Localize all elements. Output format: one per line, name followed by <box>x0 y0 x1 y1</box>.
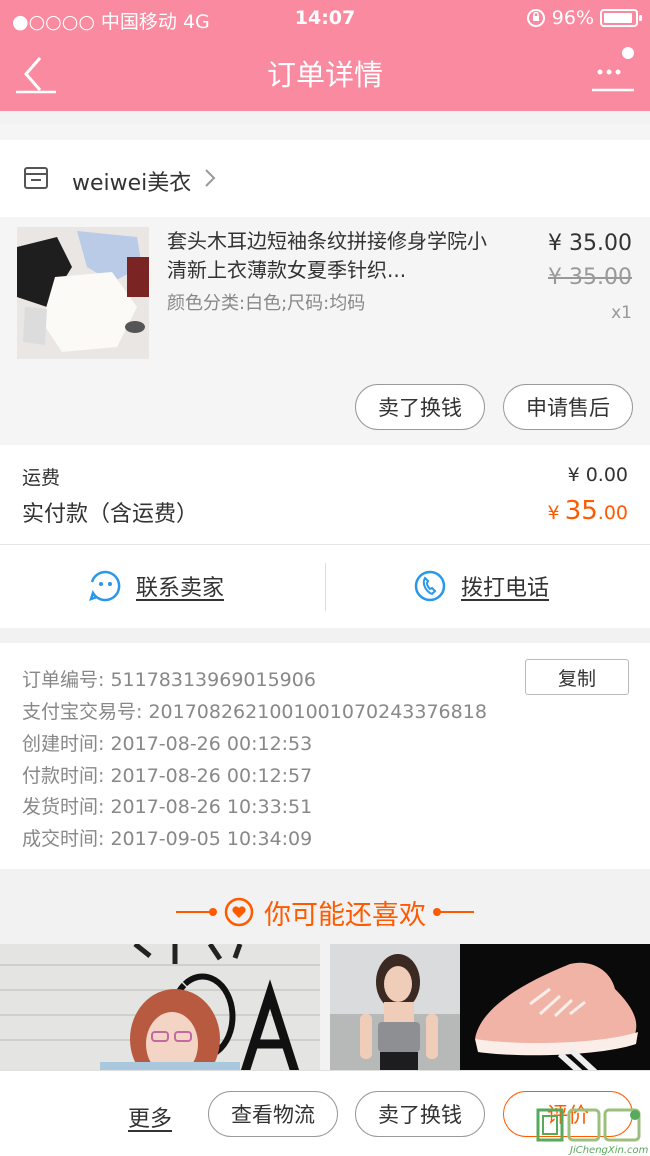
paid-time: 付款时间: 2017-08-26 00:12:57 <box>22 765 313 787</box>
copy-button[interactable]: 复制 <box>525 659 629 695</box>
page-title: 订单详情 <box>266 58 383 92</box>
recommend-item[interactable] <box>460 944 650 1072</box>
paid-decimal: .00 <box>597 502 628 524</box>
payment-summary: 运费 ¥ 0.00 实付款（含运费） ¥ 35.00 <box>0 445 650 545</box>
shipping-value: ¥ 0.00 <box>567 464 628 486</box>
view-logistics-button[interactable]: 查看物流 <box>208 1091 338 1137</box>
recommend-header: 你可能还喜欢 <box>0 887 650 937</box>
more-link[interactable]: 更多 <box>128 1101 172 1133</box>
call-phone-button[interactable]: 拨打电话 <box>413 569 549 603</box>
shop-name: weiwei美衣 <box>72 171 192 196</box>
contact-seller-label: 联系卖家 <box>136 576 225 601</box>
shipped-time: 发货时间: 2017-08-26 10:33:51 <box>22 796 313 818</box>
product-title: 套头木耳边短袖条纹拼接修身学院小清新上衣薄款女夏季针织... <box>167 229 487 282</box>
divider <box>325 563 326 611</box>
order-info: 订单编号: 51178313969015906 复制 支付宝交易号: 20170… <box>0 643 650 869</box>
product-sku: 颜色分类:白色;尺码:均码 <box>167 293 366 314</box>
battery-percent: 96% <box>551 7 594 29</box>
contact-seller-button[interactable]: 联系卖家 <box>88 569 224 603</box>
product-quantity: x1 <box>611 303 632 323</box>
completed-time: 成交时间: 2017-09-05 10:34:09 <box>22 828 313 850</box>
product-price: ¥ 35.00 <box>548 231 632 256</box>
call-phone-label: 拨打电话 <box>461 576 550 601</box>
paid-label: 实付款（含运费） <box>22 502 199 527</box>
after-sales-button[interactable]: 申请售后 <box>503 384 633 430</box>
status-bar: ●○○○○ 中国移动 4G 14:07 96% <box>0 0 650 36</box>
recommend-item[interactable] <box>330 944 460 1072</box>
more-menu-icon[interactable] <box>590 46 636 94</box>
app-header: ●○○○○ 中国移动 4G 14:07 96% 订单详情 <box>0 0 650 111</box>
resell-button[interactable]: 卖了换钱 <box>355 384 485 430</box>
recommend-item[interactable] <box>0 944 320 1072</box>
dash-right <box>433 908 474 916</box>
order-number: 订单编号: 51178313969015906 <box>22 669 316 691</box>
chat-face-icon <box>89 570 121 602</box>
phone-icon <box>414 570 446 602</box>
rotation-lock-icon <box>526 9 545 27</box>
product-thumbnail[interactable] <box>17 227 149 359</box>
shop-row[interactable]: weiwei美衣 <box>0 140 650 217</box>
alipay-trade-number: 支付宝交易号: 2017082621001001070243376818 <box>22 701 487 723</box>
paid-currency: ¥ <box>547 502 560 524</box>
created-time: 创建时间: 2017-08-26 00:12:53 <box>22 733 313 755</box>
shipping-label: 运费 <box>22 467 61 489</box>
heart-icon <box>224 897 254 927</box>
product-item[interactable]: 套头木耳边短袖条纹拼接修身学院小清新上衣薄款女夏季针织... 颜色分类:白色;尺… <box>0 217 650 445</box>
recommend-title: 你可能还喜欢 <box>264 899 426 931</box>
battery-icon <box>600 9 642 27</box>
product-original-price: ¥ 35.00 <box>548 265 632 290</box>
section-gap <box>0 124 650 140</box>
contact-row: 联系卖家 拨打电话 <box>0 545 650 628</box>
dash-left <box>176 908 217 916</box>
resell-button-bottom[interactable]: 卖了换钱 <box>355 1091 485 1137</box>
paid-amount: ¥ 35.00 <box>548 496 629 526</box>
store-icon <box>24 167 48 189</box>
paid-integer: 35 <box>564 496 598 526</box>
status-right: 96% <box>526 7 642 29</box>
watermark-text: JiChengXin.com <box>570 1145 649 1156</box>
chevron-right-icon <box>205 169 216 187</box>
